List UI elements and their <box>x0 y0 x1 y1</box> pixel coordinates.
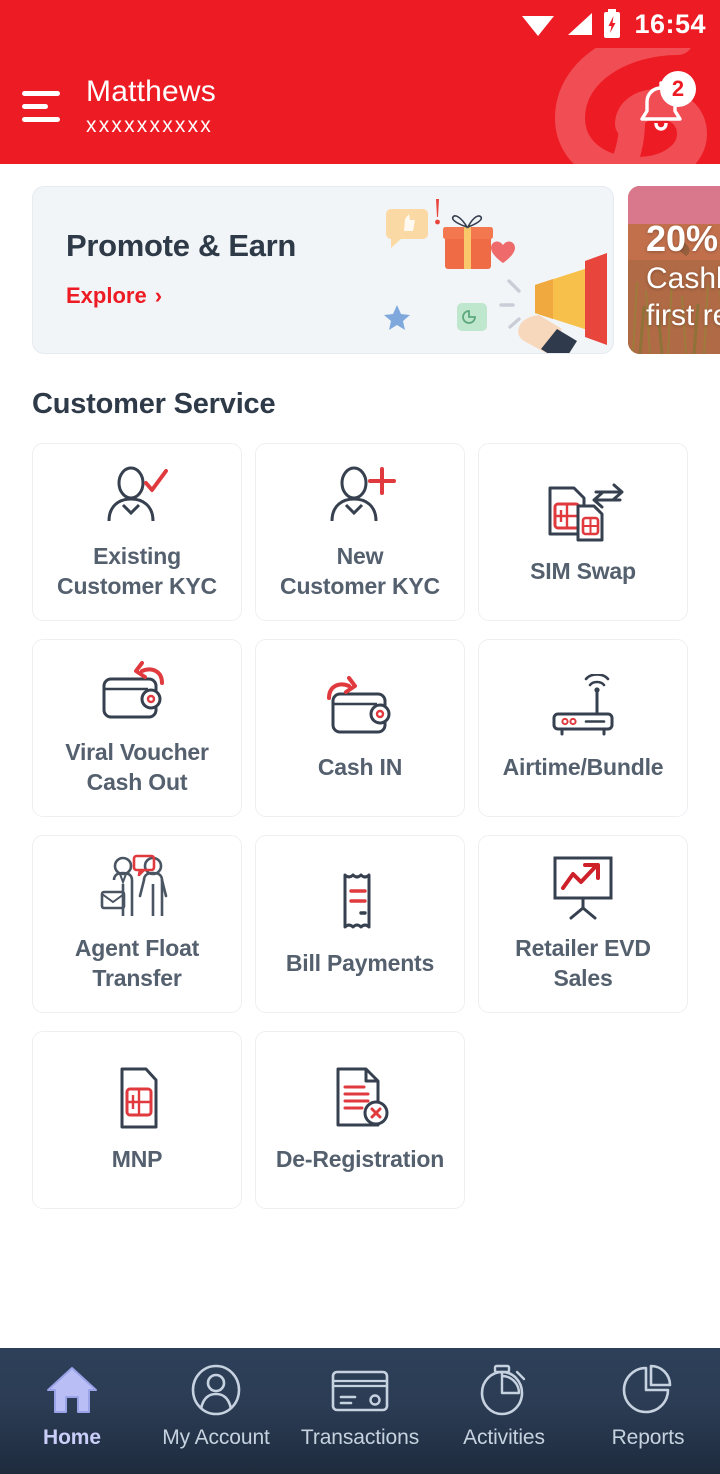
notification-badge: 2 <box>660 71 696 107</box>
tile-label: De-Registration <box>275 1146 445 1173</box>
document-remove-icon <box>326 1065 394 1131</box>
nav-label: Home <box>43 1426 101 1449</box>
tile-label: Existing Customer KYC <box>57 543 217 599</box>
promo-carousel[interactable]: Promote & Earn Explore › 20% Cash first … <box>0 164 720 354</box>
nav-label: Transactions <box>300 1426 420 1449</box>
user-info: Matthews xxxxxxxxxx <box>86 75 216 137</box>
promo-card-cashback[interactable]: 20% Cashback first recharge <box>628 186 720 354</box>
tile-existing-customer-kyc[interactable]: Existing Customer KYC <box>32 443 242 621</box>
user-name: Matthews <box>86 75 216 109</box>
cashback-line3: first recharge <box>646 299 720 333</box>
tile-label: Retailer EVD Sales <box>515 935 651 991</box>
tile-cash-in[interactable]: Cash IN <box>255 639 465 817</box>
app-bar: Matthews xxxxxxxxxx 2 <box>0 48 720 164</box>
hamburger-menu-icon[interactable] <box>22 88 64 124</box>
section-title-customer-service: Customer Service <box>32 388 276 420</box>
tile-label: New Customer KYC <box>280 543 440 599</box>
tile-viral-voucher-cash-out[interactable]: Viral Voucher Cash Out <box>32 639 242 817</box>
tile-label: Bill Payments <box>285 950 435 977</box>
nav-label: Reports <box>611 1426 685 1449</box>
tile-label: Agent Float Transfer <box>74 935 200 991</box>
nav-item-home[interactable]: Home <box>0 1364 144 1450</box>
sim-card-icon <box>108 1065 166 1131</box>
status-bar: 16:54 <box>0 0 720 48</box>
mobile-app-screen: 16:54 Matthews xxxxxxxxxx 2 Promote & Ea… <box>0 0 720 1474</box>
agent-transfer-icon <box>98 854 176 920</box>
tile-label: MNP <box>111 1146 163 1173</box>
hamburger-line <box>22 116 60 122</box>
promo-text-block: Promote & Earn Explore › <box>66 228 297 309</box>
tile-new-customer-kyc[interactable]: New Customer KYC <box>255 443 465 621</box>
user-msisdn: xxxxxxxxxx <box>86 113 213 137</box>
receipt-icon <box>331 869 389 935</box>
sales-chart-board-icon <box>545 854 621 920</box>
user-add-icon <box>324 462 396 528</box>
wallet-cash-out-icon <box>96 658 178 724</box>
tile-label: SIM Swap <box>530 558 636 585</box>
cashback-text-block: 20% Cashback first recharge <box>646 220 720 335</box>
nav-label: My Account <box>162 1426 270 1449</box>
tile-label: Viral Voucher Cash Out <box>65 739 209 795</box>
nav-item-transactions[interactable]: Transactions <box>288 1364 432 1450</box>
router-wifi-icon <box>542 673 624 739</box>
user-verified-icon <box>101 462 173 528</box>
customer-service-grid: Existing Customer KYC New Customer KYC S… <box>0 443 720 1209</box>
tile-label: Airtime/Bundle <box>502 754 664 781</box>
pie-chart-icon <box>622 1364 672 1414</box>
tile-agent-float-transfer[interactable]: Agent Float Transfer <box>32 835 242 1013</box>
promo-title: Promote & Earn <box>66 228 297 263</box>
tile-mnp[interactable]: MNP <box>32 1031 242 1209</box>
tile-de-registration[interactable]: De-Registration <box>255 1031 465 1209</box>
cashback-line2: Cashback <box>646 261 720 295</box>
nav-label: Activities <box>463 1426 545 1449</box>
cellular-signal-icon <box>564 11 594 37</box>
cashback-percent: 20% <box>646 218 719 259</box>
nav-item-activities[interactable]: Activities <box>432 1364 576 1450</box>
promo-card-promote-earn[interactable]: Promote & Earn Explore › <box>32 186 614 354</box>
stopwatch-icon <box>480 1364 526 1416</box>
tile-label: Cash IN <box>317 754 403 781</box>
nav-item-reports[interactable]: Reports <box>576 1364 720 1450</box>
tile-airtime-bundle[interactable]: Airtime/Bundle <box>478 639 688 817</box>
sim-swap-icon <box>540 477 626 543</box>
credit-card-icon <box>331 1370 389 1412</box>
megaphone-gift-illustration <box>384 199 607 353</box>
notification-button[interactable]: 2 <box>624 69 698 143</box>
promo-cta-label: Explore <box>66 283 147 309</box>
battery-charging-icon <box>603 9 621 39</box>
bottom-navigation-bar: Home My Account Transactions Activities … <box>0 1348 720 1474</box>
home-icon <box>47 1367 97 1413</box>
tile-retailer-evd-sales[interactable]: Retailer EVD Sales <box>478 835 688 1013</box>
chevron-right-icon: › <box>154 283 163 309</box>
user-circle-icon <box>191 1364 241 1416</box>
status-bar-clock: 16:54 <box>634 8 706 39</box>
promo-explore-link[interactable]: Explore › <box>66 283 296 309</box>
wallet-cash-in-icon <box>319 673 401 739</box>
hamburger-line <box>22 90 60 96</box>
hamburger-line <box>22 103 48 109</box>
nav-item-my-account[interactable]: My Account <box>144 1364 288 1450</box>
tile-bill-payments[interactable]: Bill Payments <box>255 835 465 1013</box>
wifi-icon <box>521 11 555 37</box>
tile-sim-swap[interactable]: SIM Swap <box>478 443 688 621</box>
